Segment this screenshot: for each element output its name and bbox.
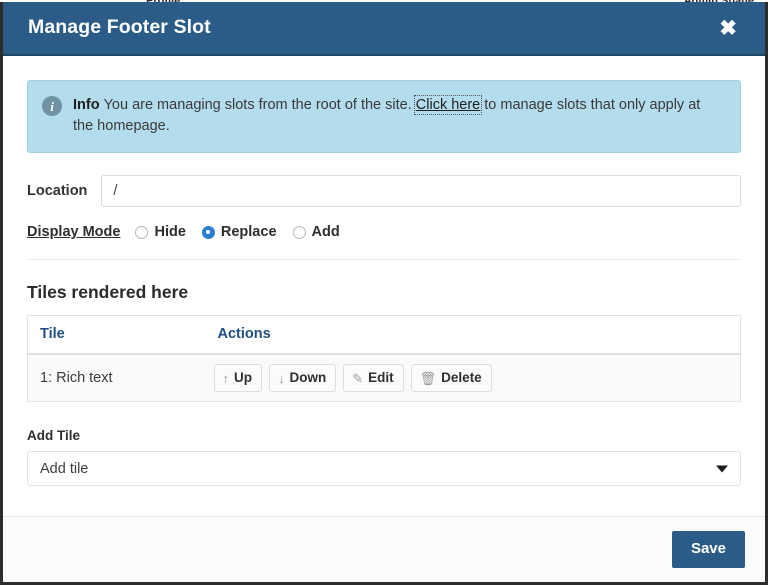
location-label: Location <box>27 183 88 200</box>
pencil-icon: ✎ <box>352 370 364 386</box>
display-mode-row: Display Mode Hide Replace Add <box>27 224 741 261</box>
click-here-link[interactable]: Click here <box>413 95 483 115</box>
info-alert-text-before: You are managing slots from the root of … <box>103 97 412 113</box>
manage-footer-slot-modal: Manage Footer Slot ✖ i Info You are manag… <box>0 2 768 585</box>
radio-replace-icon[interactable] <box>201 225 215 239</box>
move-down-label: Down <box>289 370 327 386</box>
cell-actions: ↑ Up ↓ Down ✎ Edit 🗑 Delete <box>205 354 741 402</box>
radio-add-icon[interactable] <box>292 225 306 239</box>
modal-body: i Info You are managing slots from the ro… <box>3 56 765 516</box>
info-alert-text: Info You are managing slots from the root… <box>73 95 724 137</box>
modal-title: Manage Footer Slot <box>28 16 211 39</box>
chevron-down-icon <box>716 465 728 473</box>
table-header-row: Tile Actions <box>27 315 741 356</box>
close-icon[interactable]: ✖ <box>713 14 743 43</box>
trash-icon: 🗑 <box>419 370 437 386</box>
modal-footer: Save <box>3 516 765 582</box>
arrow-up-icon: ↑ <box>222 370 230 386</box>
action-button-group: ↑ Up ↓ Down ✎ Edit 🗑 Delete <box>213 364 741 393</box>
arrow-down-icon: ↓ <box>278 370 285 386</box>
move-up-button[interactable]: ↑ Up <box>213 364 262 393</box>
modal-header: Manage Footer Slot ✖ <box>3 2 765 56</box>
cell-tile-name: 1: Rich text <box>27 354 206 402</box>
save-button[interactable]: Save <box>671 531 745 568</box>
radio-label-hide: Hide <box>154 224 186 241</box>
location-row: Location <box>27 175 741 208</box>
add-tile-select[interactable]: Add tile <box>27 451 741 487</box>
add-tile-selected-value: Add tile <box>40 460 89 477</box>
tiles-section-heading: Tiles rendered here <box>27 282 189 303</box>
location-input[interactable] <box>101 175 741 208</box>
radio-option-hide[interactable]: Hide <box>135 224 186 241</box>
column-header-tile: Tile <box>27 315 206 356</box>
info-alert-label: Info <box>73 97 100 113</box>
display-mode-label: Display Mode <box>27 224 121 241</box>
move-up-label: Up <box>234 370 252 386</box>
radio-option-replace[interactable]: Replace <box>201 224 277 241</box>
edit-label: Edit <box>368 370 394 386</box>
delete-label: Delete <box>441 370 482 386</box>
info-icon: i <box>42 96 62 116</box>
radio-label-add: Add <box>311 224 340 241</box>
info-alert: i Info You are managing slots from the ro… <box>27 80 741 154</box>
radio-hide-icon[interactable] <box>135 225 149 239</box>
add-tile-label: Add Tile <box>27 428 81 444</box>
tiles-table: Tile Actions 1: Rich text ↑ Up ↓ Down ✎ … <box>27 315 741 403</box>
column-header-actions: Actions <box>205 315 741 356</box>
edit-button[interactable]: ✎ Edit <box>343 364 404 393</box>
radio-option-add[interactable]: Add <box>292 224 340 241</box>
table-row: 1: Rich text ↑ Up ↓ Down ✎ Edit 🗑 Delete <box>27 354 741 402</box>
delete-button[interactable]: 🗑 Delete <box>410 364 492 393</box>
move-down-button[interactable]: ↓ Down <box>269 364 337 393</box>
radio-label-replace: Replace <box>220 224 277 241</box>
